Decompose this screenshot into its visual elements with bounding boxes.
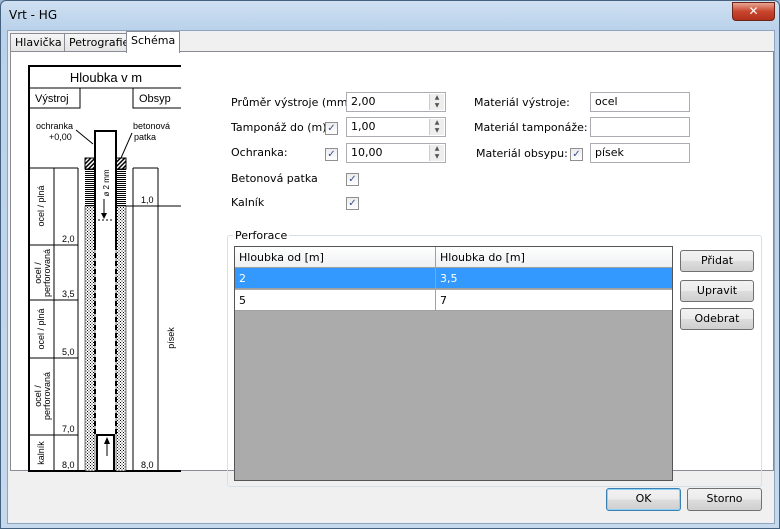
table-cell[interactable]: 7 [436,290,672,311]
perforace-table[interactable]: Hloubka od [m] Hloubka do [m] 2 3,5 5 7 [234,246,673,481]
betonova-checkbox[interactable]: ✓ [346,173,359,186]
prumer-label: Průměr výstroje (mm): [231,96,356,109]
layer-depth: 5,0 [62,347,75,357]
table-row[interactable]: 5 7 [235,290,672,311]
mat-vystroje-input[interactable]: ocel [590,92,690,112]
tab-petrografie[interactable]: Petrografie [64,33,135,52]
ochranka-spinner[interactable]: ▲ ▼ [429,145,444,161]
prumer-input[interactable]: 2,00 ▲ ▼ [346,92,446,112]
mat-tamponaze-input[interactable] [590,117,690,137]
kalnik-checkbox[interactable]: ✓ [346,197,359,210]
obsyp-top-depth: 1,0 [141,195,154,205]
diameter-label: ø 2 mm [102,169,111,196]
prumer-value: 2,00 [351,95,376,108]
table-header: Hloubka od [m] Hloubka do [m] [235,247,672,268]
tamponaz-spinner[interactable]: ▲ ▼ [429,119,444,135]
mat-obsypu-input[interactable]: písek [590,143,690,163]
table-cell[interactable]: 3,5 [436,268,672,289]
kalnik-label: Kalník [231,196,265,209]
layer-label: ocel / plná [36,185,46,226]
close-button[interactable]: ✕ [732,2,775,21]
obsyp-bottom-depth: 8,0 [141,460,154,470]
layer-label: perforovaná [42,372,52,420]
patka-label: patka [134,132,156,142]
ochranka-value: 10,00 [351,146,383,159]
ochranka-input[interactable]: 10,00 ▲ ▼ [346,143,446,163]
betonova-label: Betonová patka [231,172,318,185]
ok-button[interactable]: OK [606,488,681,511]
obsyp-header: Obsyp [139,93,171,105]
ochranka-checkbox[interactable]: ✓ [325,148,338,161]
column-header[interactable]: Hloubka do [m] [436,247,672,268]
betonova-label: betonová [133,121,170,131]
layer-depth: 2,0 [62,234,75,244]
layer-label: perforovaná [42,249,52,297]
mat-obsypu-checkbox[interactable]: ✓ [570,148,583,161]
edit-button[interactable]: Upravit [680,280,754,302]
perforace-title: Perforace [233,229,290,242]
window-title: Vrt - HG [9,8,58,22]
mat-tamponaze-label: Materiál tamponáže: [474,121,588,134]
tab-schema[interactable]: Schéma [126,31,181,53]
table-row[interactable]: 2 3,5 [235,268,672,289]
layer-depth: 3,5 [62,289,75,299]
ochranka-label: ochranka [36,121,73,131]
obsyp-material: písek [166,327,176,349]
tamponaz-value: 1,00 [351,120,376,133]
layer-label: ocel / plná [36,308,46,349]
tamponaz-label: Tamponáž do (m): [231,121,331,134]
dialog-client: Hlavička Petrografie Schéma Hloubka v m … [7,30,775,524]
layer-depth: 7,0 [62,424,75,434]
prumer-spinner[interactable]: ▲ ▼ [429,94,444,110]
layer-label: kalník [36,441,46,465]
column-header[interactable]: Hloubka od [m] [235,247,436,268]
table-cell[interactable]: 2 [235,268,436,289]
add-button[interactable]: Přidat [680,250,754,272]
tamponaz-checkbox[interactable]: ✓ [325,122,338,135]
cancel-button[interactable]: Storno [687,488,762,511]
ochranka-label: Ochranka: [231,146,288,159]
mat-vystroje-label: Materiál výstroje: [474,96,570,109]
diagram-title: Hloubka v m [70,70,142,85]
layer-depth: 8,0 [62,460,75,470]
well-diagram: Hloubka v m Výstroj Obsyp ochranka +0,00… [28,65,181,472]
tab-hlavicka[interactable]: Hlavička [10,33,67,52]
dialog-window: Vrt - HG ✕ Hlavička Petrografie Schéma H… [0,0,780,529]
tamponaz-input[interactable]: 1,00 ▲ ▼ [346,117,446,137]
mat-obsypu-label: Materiál obsypu: [476,147,568,160]
vystroj-header: Výstroj [35,93,69,105]
remove-button[interactable]: Odebrat [680,308,754,330]
table-cell[interactable]: 5 [235,290,436,311]
ochranka-value: +0,00 [49,132,72,142]
schema-panel: Hloubka v m Výstroj Obsyp ochranka +0,00… [10,51,774,487]
